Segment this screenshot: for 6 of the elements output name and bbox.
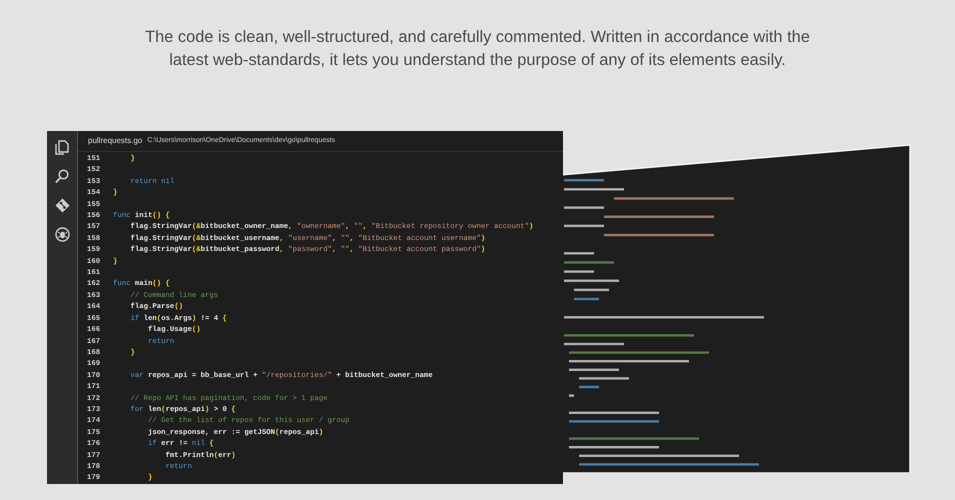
files-icon[interactable] [55,140,69,155]
search-icon[interactable] [55,169,69,184]
intro-paragraph: The code is clean, well-structured, and carefully commented. Written in accordance with the latest web-standards, it lets you understand the purpose of any of its elements easily. [144,27,811,71]
git-icon[interactable] [54,198,70,213]
file-name: pullrequests.go [88,135,142,147]
debug-icon[interactable] [54,227,70,242]
